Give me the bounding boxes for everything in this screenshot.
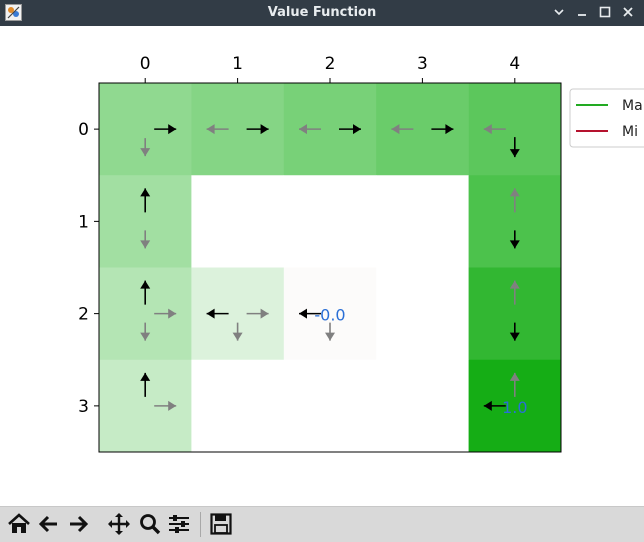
- heatmap-cell: [468, 83, 562, 176]
- back-arrow-icon: [38, 515, 57, 533]
- pan-button[interactable]: [106, 511, 132, 537]
- home-icon: [8, 513, 30, 533]
- heatmap-cell: [191, 267, 285, 361]
- cell-value-label: 1.0: [502, 398, 527, 417]
- x-tick-label: 3: [417, 54, 428, 74]
- home-button[interactable]: [6, 511, 32, 537]
- x-tick-label: 0: [140, 54, 151, 74]
- save-icon: [210, 513, 232, 535]
- toolbar-separator: [200, 512, 201, 537]
- maximize-icon[interactable]: [596, 3, 614, 21]
- legend-label: Mi: [622, 124, 638, 140]
- minimize-icon[interactable]: [550, 3, 568, 21]
- pan-icon: [108, 513, 130, 535]
- heatmap-cell: [376, 267, 469, 361]
- x-tick-label: 4: [509, 54, 520, 74]
- heatmap-cell: [376, 83, 469, 176]
- heatmap-cell: [283, 359, 377, 453]
- forward-arrow-icon: [70, 515, 89, 533]
- restore-icon[interactable]: [573, 3, 591, 21]
- y-tick-label: 2: [78, 305, 89, 325]
- legend-label: Ma: [622, 98, 643, 114]
- configure-subplots-icon: [169, 515, 189, 533]
- zoom-icon: [140, 514, 161, 535]
- back-button[interactable]: [36, 511, 62, 537]
- save-button[interactable]: [208, 511, 234, 537]
- y-tick-label: 1: [78, 212, 89, 232]
- configure-subplots-button[interactable]: [166, 511, 192, 537]
- heatmap-cell: [191, 83, 285, 176]
- heatmap-cell: [376, 359, 469, 453]
- heatmap-cell: [283, 83, 377, 176]
- zoom-button[interactable]: [137, 511, 163, 537]
- heatmap-cell: [191, 175, 285, 268]
- cell-value-label: -0.0: [314, 306, 345, 325]
- navigation-toolbar: [0, 506, 644, 542]
- figure-canvas[interactable]: 0 1 2 3 4 0 1 2 3 -0.0 1.0 Ma Mi: [0, 26, 644, 506]
- y-tick-label: 0: [78, 120, 89, 140]
- heatmap-cell: [376, 175, 469, 268]
- value-function-plot[interactable]: 0 1 2 3 4 0 1 2 3 -0.0 1.0 Ma Mi: [0, 26, 644, 506]
- title-bar: Value Function: [0, 0, 644, 26]
- heatmap-cell: [99, 83, 192, 176]
- y-tick-label: 3: [78, 397, 89, 417]
- x-tick-label: 2: [325, 54, 336, 74]
- window-title: Value Function: [267, 5, 377, 20]
- x-tick-label: 1: [232, 54, 243, 74]
- close-icon[interactable]: [619, 3, 637, 21]
- heatmap-cell: [191, 359, 285, 453]
- forward-button[interactable]: [65, 511, 91, 537]
- heatmap-cell: [283, 175, 377, 268]
